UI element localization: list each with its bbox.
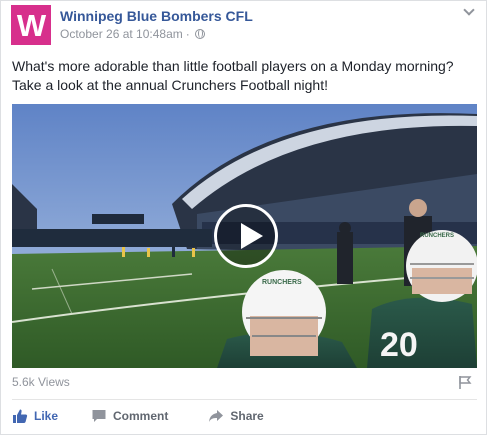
post-header: W Winnipeg Blue Bombers CFL October 26 a… (11, 5, 476, 47)
comment-icon (92, 410, 106, 422)
page-avatar[interactable]: W (11, 5, 51, 45)
view-count: 5.6k Views (12, 375, 70, 389)
helmet-text-center: RUNCHERS (262, 279, 302, 286)
page-name-link[interactable]: Winnipeg Blue Bombers CFL (60, 8, 253, 24)
comment-label: Comment (113, 409, 169, 423)
jersey-number: 20 (380, 326, 418, 364)
like-button[interactable]: Like (12, 405, 58, 427)
thumbs-up-icon (13, 409, 28, 423)
post-timestamp[interactable]: October 26 at 10:48am (60, 27, 183, 41)
avatar-logo-letter: W (16, 7, 46, 43)
share-button[interactable]: Share (208, 405, 264, 427)
facebook-post-card: W Winnipeg Blue Bombers CFL October 26 a… (0, 0, 487, 435)
play-button[interactable] (214, 204, 278, 268)
post-message: What's more adorable than little footbal… (12, 57, 477, 95)
globe-icon (194, 29, 205, 39)
meta-separator: · (185, 27, 190, 41)
video-player[interactable]: 20 RUNCHERS RUNCHERS (12, 104, 477, 368)
post-actions-bar: Like Comment Share (12, 405, 477, 427)
share-label: Share (230, 409, 264, 423)
like-label: Like (34, 409, 59, 423)
comment-button[interactable]: Comment (91, 405, 168, 427)
helmet-text-right: RUNCHERS (420, 233, 454, 239)
post-meta: October 26 at 10:48am · (60, 27, 205, 41)
post-message-line-1: What's more adorable than little footbal… (12, 58, 454, 74)
post-message-line-2: Take a look at the annual Crunchers Foot… (12, 77, 328, 93)
actions-divider (12, 399, 477, 400)
flag-icon[interactable] (458, 375, 472, 390)
chevron-down-icon[interactable] (462, 5, 476, 19)
share-icon (209, 410, 224, 422)
